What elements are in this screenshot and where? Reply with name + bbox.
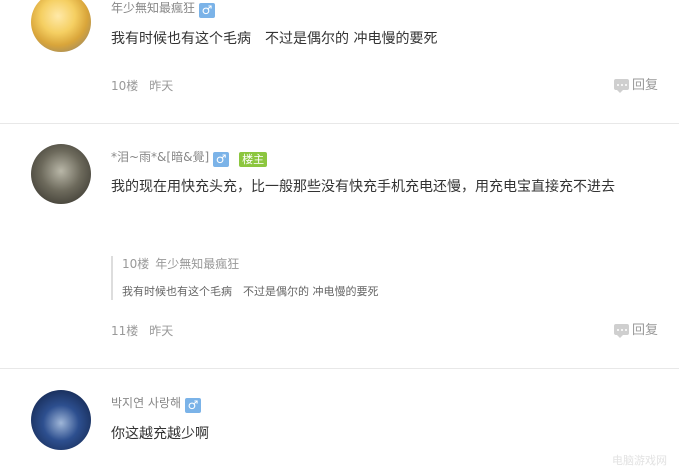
comment-text: 我的现在用快充头充，比一般那些没有快充手机充电还慢，用充电宝直接充不进去 [111,179,615,195]
reply-button[interactable]: 回复 [613,323,658,339]
comment-text: 你这越充越少啊 [111,426,209,442]
quote-username[interactable]: 年少無知最瘋狂 [155,257,239,271]
floor-number: 11楼 [111,324,139,338]
username[interactable]: 박지연 사랑해 [111,396,181,410]
timestamp: 昨天 [149,79,174,93]
avatar[interactable] [31,0,91,52]
floor-number: 10楼 [111,79,139,93]
comment-bubble-icon [613,324,629,338]
reply-label: 回复 [631,78,658,93]
reply-label: 回复 [631,323,658,338]
male-gender-icon: ♂ [213,152,230,167]
comment-bubble-icon [613,79,629,93]
comment-text: 我有时候也有这个毛病 不过是偶尔的 冲电慢的要死 [111,31,438,47]
username-row: 박지연 사랑해 ♂ [111,395,202,413]
comment-item: 年少無知最瘋狂 ♂ 我有时候也有这个毛病 不过是偶尔的 冲电慢的要死 10楼 昨天 … [0,0,679,124]
comment-item: 박지연 사랑해 ♂ 你这越充越少啊 [0,369,679,474]
username-row: *泪~雨*&[暗&覺] ♂ 楼主 [111,149,268,167]
username-row: 年少無知最瘋狂 ♂ [111,0,216,18]
avatar[interactable] [31,144,91,204]
male-gender-icon: ♂ [185,398,202,413]
comment-item: *泪~雨*&[暗&覺] ♂ 楼主 我的现在用快充头充，比一般那些没有快充手机充电还慢… [0,124,679,369]
quoted-reply: 10楼 年少無知最瘋狂 我有时候也有这个毛病 不过是偶尔的 冲电慢的要死 [111,256,662,300]
username[interactable]: 年少無知最瘋狂 [111,1,195,15]
reply-button[interactable]: 回复 [613,78,658,94]
quote-text: 我有时候也有这个毛病 不过是偶尔的 冲电慢的要死 [122,285,379,298]
male-gender-icon: ♂ [199,3,216,18]
comment-meta: 11楼 昨天 [111,323,173,339]
quote-header: 10楼 年少無知最瘋狂 [122,256,662,272]
comment-meta: 10楼 昨天 [111,78,173,94]
avatar[interactable] [31,390,91,450]
quote-floor: 10楼 [122,257,150,271]
owner-badge: 楼主 [239,152,268,167]
username[interactable]: *泪~雨*&[暗&覺] [111,150,209,164]
watermark: 电脑游戏网 [612,454,667,467]
timestamp: 昨天 [149,324,174,338]
